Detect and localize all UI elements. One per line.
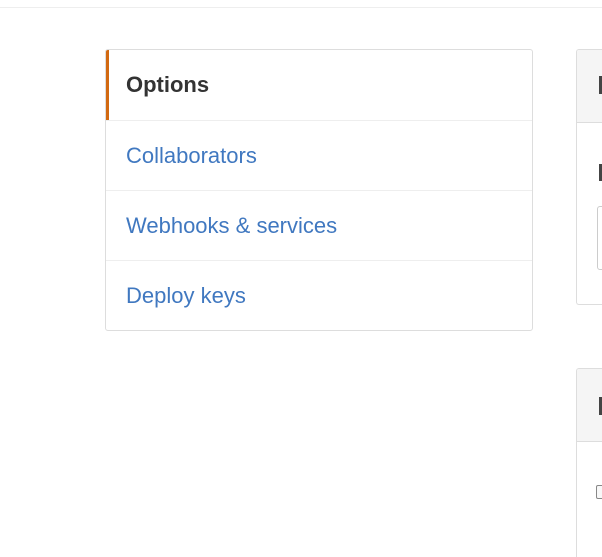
repository-settings-page: Options Collaborators Webhooks & service…	[0, 0, 602, 557]
header-divider	[0, 7, 602, 8]
menu-item-webhooks-services[interactable]: Webhooks & services	[106, 190, 532, 260]
text-input-partial[interactable]	[597, 206, 602, 270]
menu-item-collaborators[interactable]: Collaborators	[106, 120, 532, 190]
settings-menu: Options Collaborators Webhooks & service…	[105, 49, 533, 331]
checkbox-partial[interactable]	[596, 485, 602, 499]
settings-panel-partial	[576, 49, 602, 305]
features-panel-partial	[576, 368, 602, 557]
menu-item-deploy-keys[interactable]: Deploy keys	[106, 260, 532, 330]
menu-item-options[interactable]: Options	[106, 50, 532, 120]
